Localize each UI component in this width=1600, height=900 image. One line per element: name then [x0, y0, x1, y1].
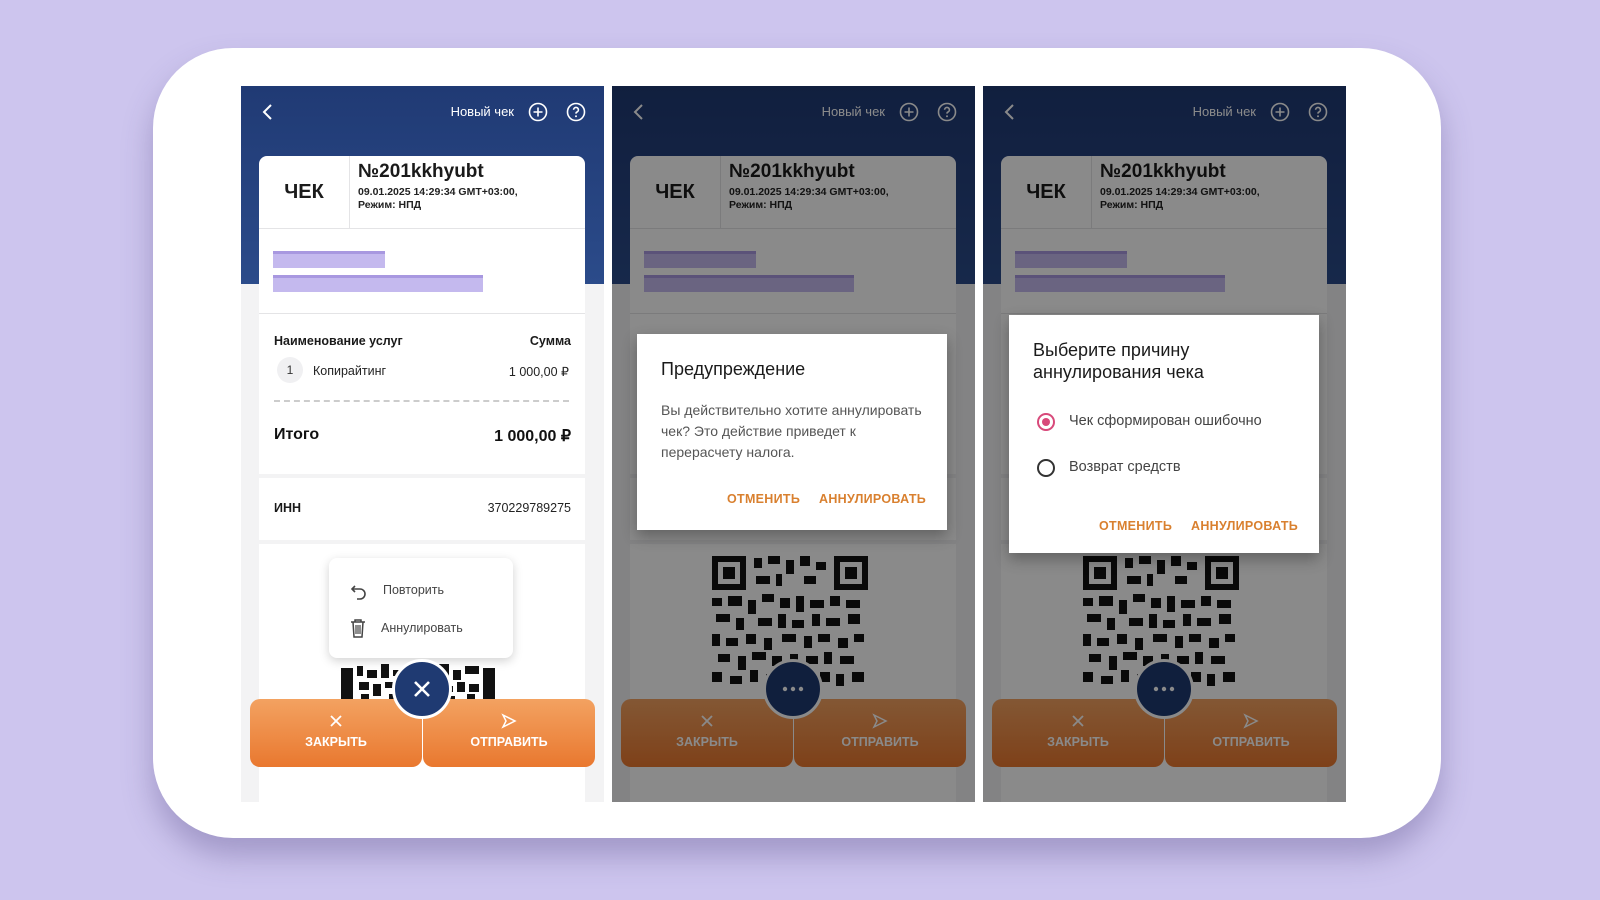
new-check-link[interactable]: Новый чек: [451, 104, 514, 119]
receipt-card: ЧЕК №201kkhyubt 09.01.2025 14:29:34 GMT+…: [259, 156, 585, 314]
item-name: Копирайтинг: [313, 364, 387, 378]
dialog-title: Выберите причину аннулирования чека: [1033, 340, 1204, 382]
dialog-title: Предупреждение: [661, 359, 806, 379]
dashed-divider: [274, 400, 569, 402]
cancel-button[interactable]: ОТМЕНИТЬ: [727, 492, 800, 506]
receipt-label: ЧЕК: [259, 156, 350, 228]
annul-confirm-button[interactable]: АННУЛИРОВАТЬ: [1191, 519, 1298, 533]
top-bar: Новый чек: [241, 86, 604, 138]
close-button[interactable]: ЗАКРЫТЬ: [250, 699, 422, 767]
send-button[interactable]: ОТПРАВИТЬ: [423, 699, 595, 767]
plus-circle-icon[interactable]: [528, 102, 548, 122]
reason-option-error[interactable]: Чек сформирован ошибочно: [1069, 413, 1262, 429]
menu-item-repeat[interactable]: Повторить: [349, 580, 444, 600]
trash-icon: [351, 619, 365, 638]
phone-screen-menu: Новый чек ЧЕК №201kkhyubt 09.01.2025 14:…: [241, 86, 604, 802]
reason-radio-refund[interactable]: [1037, 459, 1055, 477]
undo-icon: [350, 585, 366, 600]
menu-item-label: Аннулировать: [381, 621, 463, 635]
annul-reason-dialog: Выберите причину аннулирования чека Чек с…: [1009, 315, 1319, 553]
annul-confirm-button[interactable]: АННУЛИРОВАТЬ: [819, 492, 926, 506]
dialog-message: Вы действительно хотите аннулировать чек…: [661, 402, 922, 460]
actions-menu: Повторить Аннулировать: [329, 558, 513, 658]
phone-screen-reason: Новый чек ЧЕК №201kkhyubt 09.01.2025 14:…: [983, 86, 1346, 802]
item-index-badge: 1: [277, 357, 303, 383]
receipt-header: ЧЕК №201kkhyubt 09.01.2025 14:29:34 GMT+…: [259, 156, 585, 229]
reason-option-refund[interactable]: Возврат средств: [1069, 459, 1181, 475]
send-icon: [501, 713, 517, 729]
menu-item-annul[interactable]: Аннулировать: [349, 618, 463, 638]
item-amount: 1 000,00 ₽: [508, 365, 569, 379]
services-block: Наименование услуг Сумма 1 Копирайтинг 1…: [259, 314, 585, 474]
inn-value: 370229789275: [487, 501, 571, 515]
cancel-button[interactable]: ОТМЕНИТЬ: [1099, 519, 1172, 533]
receipt-number: №201kkhyubt: [358, 161, 484, 182]
redaction-bar: [273, 251, 385, 268]
reason-radio-error[interactable]: [1037, 413, 1055, 431]
redaction-bar: [273, 275, 483, 292]
close-x-icon: [414, 681, 430, 697]
inn-label: ИНН: [274, 501, 302, 515]
fab-close-menu-button[interactable]: [392, 659, 452, 719]
help-circle-icon[interactable]: [566, 102, 586, 122]
close-x-icon: [330, 715, 342, 727]
back-arrow-icon[interactable]: [259, 100, 277, 124]
seller-info-redacted: [259, 229, 585, 314]
warning-dialog: Предупреждение Вы действительно хотите а…: [637, 334, 947, 530]
inn-block: ИНН 370229789275: [259, 478, 585, 540]
phone-screen-warning: Новый чек ЧЕК №201kkhyubt 09.01.2025 14:…: [612, 86, 975, 802]
menu-item-label: Повторить: [383, 583, 445, 597]
sum-column-header: Сумма: [529, 334, 571, 348]
services-column-header: Наименование услуг: [274, 334, 403, 348]
total-value: 1 000,00 ₽: [494, 428, 571, 445]
total-label: Итого: [274, 426, 320, 443]
receipt-meta: 09.01.2025 14:29:34 GMT+03:00, Режим: НПД: [358, 186, 518, 211]
